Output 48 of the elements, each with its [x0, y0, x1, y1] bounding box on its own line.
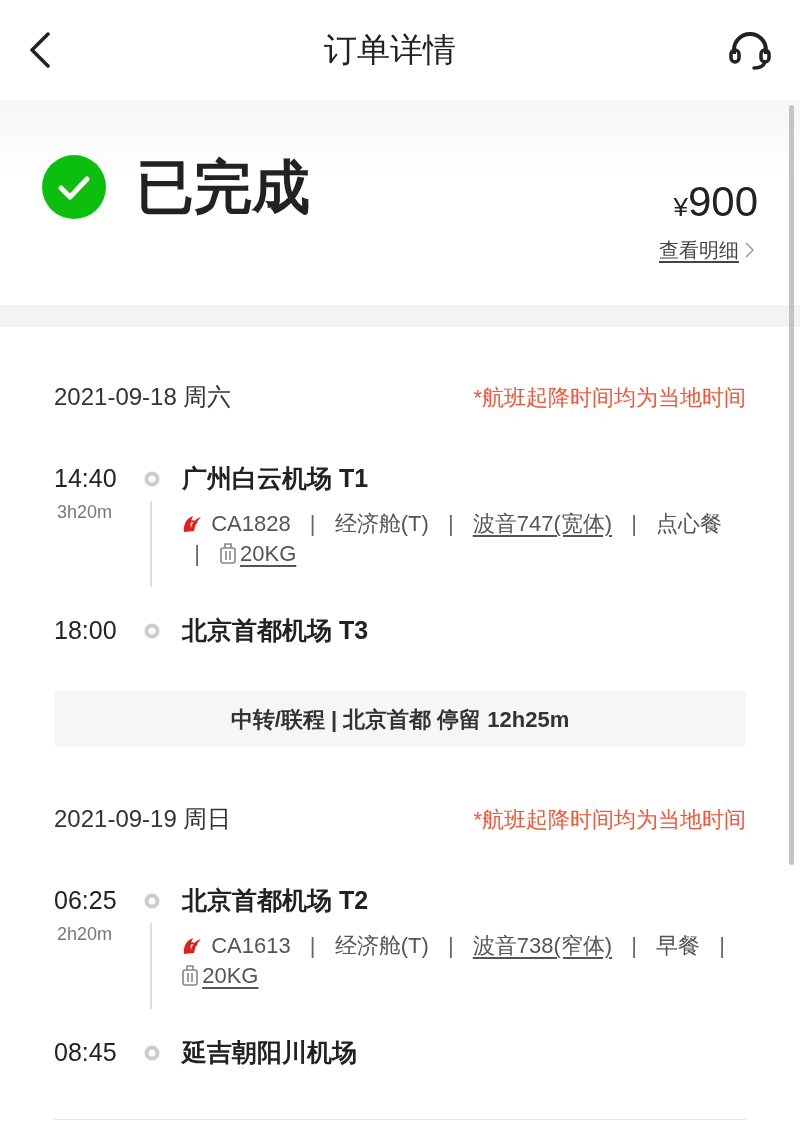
arrival-time: 18:00: [54, 615, 118, 647]
flight-info: 早餐: [656, 933, 701, 958]
flight-number: CA1613: [211, 933, 291, 958]
back-icon[interactable]: [28, 32, 52, 68]
flight-duration: 3h20m: [56, 501, 113, 524]
flight-info: 经济舱(T): [334, 511, 429, 536]
luggage-icon: [181, 964, 200, 986]
headset-icon[interactable]: [728, 30, 772, 70]
transfer-banner: 中转/联程 | 北京首都 停留 12h25m: [54, 691, 746, 747]
separator: |: [447, 933, 454, 958]
local-time-note: *航班起降时间均为当地时间: [473, 383, 746, 412]
timeline-dot-icon: [144, 1045, 160, 1061]
detail-link[interactable]: 查看明细: [659, 235, 739, 265]
baggage-link[interactable]: 20KG: [202, 963, 259, 988]
arrival-time: 08:45: [54, 1037, 118, 1069]
timeline-dot-icon: [144, 471, 160, 487]
flight-duration: 2h20m: [56, 923, 113, 946]
currency-symbol: ¥: [673, 192, 688, 224]
aircraft-link[interactable]: 波音747(宽体): [472, 511, 613, 536]
timeline-dot-icon: [144, 623, 160, 639]
local-time-note: *航班起降时间均为当地时间: [473, 805, 746, 834]
flight-date: 2021-09-19 周日: [54, 804, 232, 834]
baggage-link[interactable]: 20KG: [240, 541, 297, 566]
separator: |: [194, 541, 200, 566]
departure-time: 06:25: [54, 885, 118, 917]
aircraft-link[interactable]: 波音738(窄体): [472, 933, 613, 958]
flight-info: 点心餐: [656, 511, 723, 536]
flight-info: 经济舱(T): [334, 933, 429, 958]
separator: |: [309, 933, 316, 958]
separator: |: [447, 511, 454, 536]
chevron-right-icon: [745, 242, 754, 258]
flight-date: 2021-09-18 周六: [54, 382, 232, 412]
page-title: 订单详情: [324, 30, 456, 71]
timeline-dot-icon: [144, 893, 160, 909]
flight-number: CA1828: [211, 511, 291, 536]
separator: |: [309, 511, 316, 536]
arrival-airport: 北京首都机场 T3: [182, 615, 369, 647]
departure-time: 14:40: [54, 463, 118, 495]
check-circle-icon: [42, 154, 106, 219]
price-amount: 900: [687, 177, 758, 227]
arrival-airport: 延吉朝阳川机场: [182, 1037, 357, 1069]
separator: |: [631, 511, 637, 536]
departure-airport: 广州白云机场 T1: [182, 463, 369, 495]
status-text: 已完成: [136, 157, 310, 216]
separator: |: [719, 933, 725, 958]
luggage-icon: [219, 542, 237, 564]
departure-airport: 北京首都机场 T2: [182, 885, 369, 917]
separator: |: [631, 933, 637, 958]
